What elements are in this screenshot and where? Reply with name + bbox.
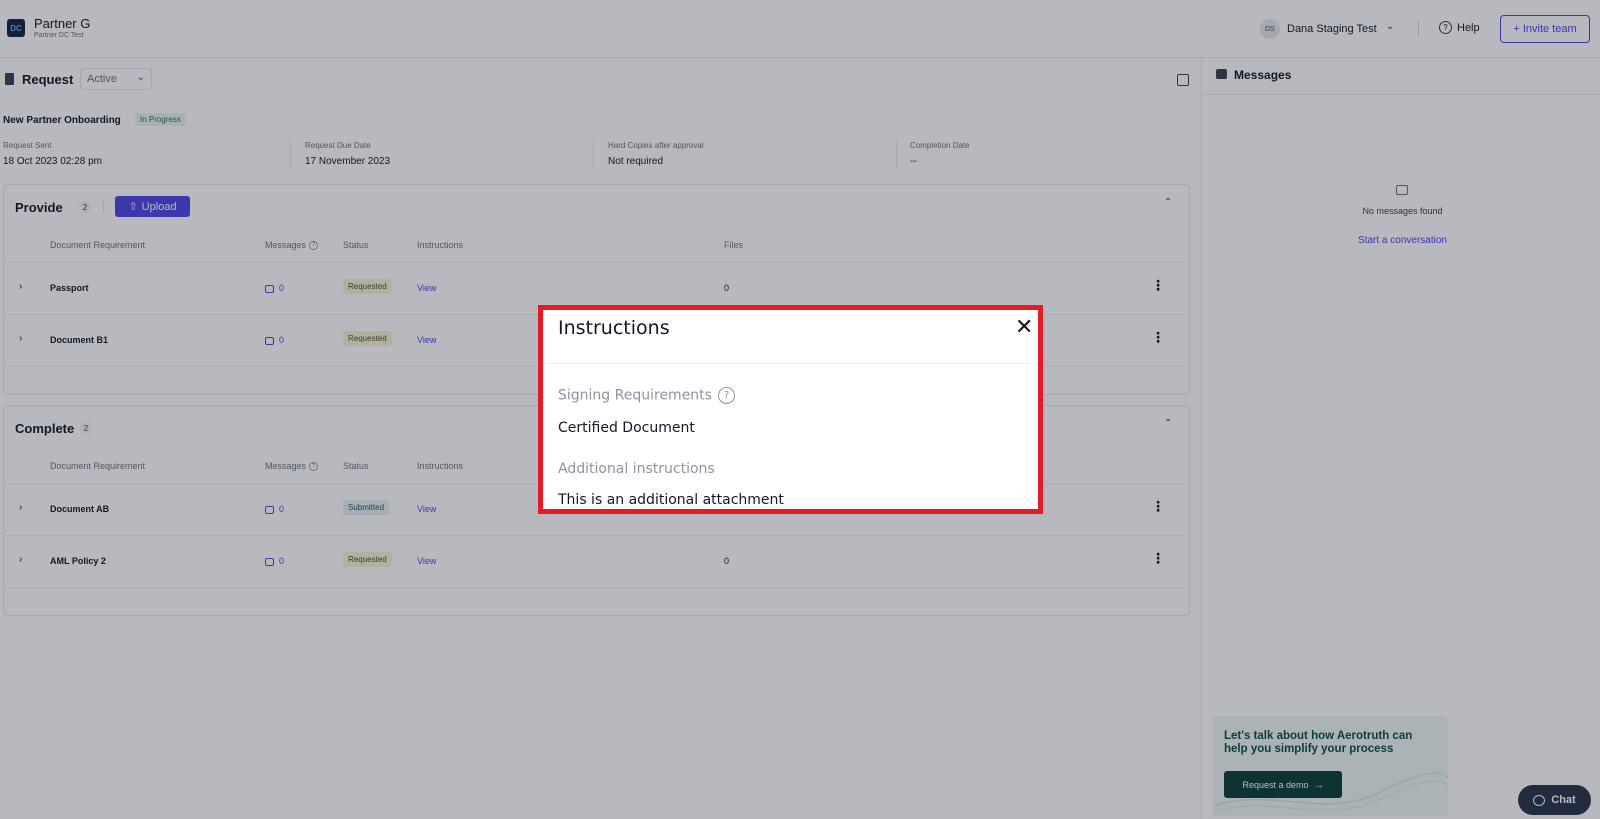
signing-requirements-label: Signing Requirements? [558, 387, 735, 404]
help-icon[interactable]: ? [717, 387, 735, 404]
modal-divider [543, 363, 1038, 364]
modal-title: Instructions [558, 317, 670, 339]
signing-requirements-text: Signing Requirements [558, 387, 712, 404]
instructions-modal: Instructions ✕ Signing Requirements? Cer… [538, 305, 1043, 514]
signing-requirements-value: Certified Document [558, 420, 695, 436]
additional-instructions-value: This is an additional attachment [558, 492, 784, 508]
additional-instructions-label: Additional instructions [558, 461, 715, 477]
close-icon[interactable]: ✕ [1015, 315, 1033, 340]
